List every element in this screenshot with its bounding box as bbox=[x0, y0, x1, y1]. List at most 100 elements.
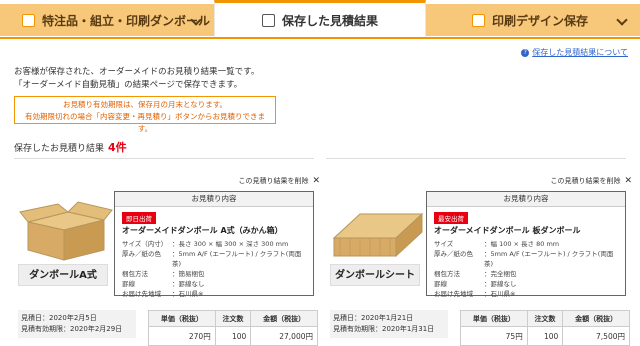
amount: 27,000円 bbox=[250, 326, 318, 346]
spec-row: お届け先地域 ：石川県※ bbox=[122, 289, 310, 299]
spec-key: お届け先地域 bbox=[434, 290, 473, 298]
tab-bar: 特注品・組立・印刷ダンボール 保存した見積結果 印刷デザイン保存 bbox=[0, 0, 640, 38]
quote-details-header: お見積り内容 bbox=[427, 192, 625, 207]
notice-line: お見積り有効期限は、保存月の月末となります。 bbox=[62, 100, 228, 109]
valid-until: 見積有効期限：2020年2月29日 bbox=[21, 325, 123, 333]
spec-key: 罫線 bbox=[122, 280, 135, 288]
col-quantity: 注文数 bbox=[214, 310, 252, 327]
tab-print-design[interactable]: 印刷デザイン保存 bbox=[426, 4, 640, 36]
spec-row: 梱包方法 ：完全梱包 bbox=[434, 269, 622, 279]
product-name: オーダーメイドダンボール A式（みかん箱） bbox=[122, 226, 283, 235]
spec-key: 厚み／紙の色 bbox=[434, 250, 473, 258]
quote-date: 見積日：2020年1月21日 bbox=[333, 314, 414, 322]
saved-count: 保存したお見積り結果 4件 bbox=[14, 139, 127, 155]
spec-value: ：石川県※ bbox=[484, 290, 516, 298]
spec-list: サイズ ：幅 100 × 長さ 80 mm 厚み／紙の色 ：5mm A/F (エーフ… bbox=[434, 239, 622, 299]
price-table: 単価（税抜） 注文数 金額（税抜） 270円 100 27,000円 bbox=[148, 310, 318, 346]
close-icon[interactable]: ✕ bbox=[312, 176, 320, 186]
quote-dates: 見積日：2020年2月5日 見積有効期限：2020年2月29日 bbox=[18, 310, 136, 338]
delete-label[interactable]: この見積り結果を削除 bbox=[238, 177, 308, 185]
spec-value: ：簡易梱包 bbox=[172, 270, 205, 278]
spec-row: 厚み／紙の色 ：5mm A/F (エーフルート) / クラフト(両面茶) bbox=[122, 249, 310, 269]
tab-underline bbox=[0, 37, 640, 39]
document-icon bbox=[261, 14, 275, 27]
quantity: 100 bbox=[214, 326, 252, 346]
spec-value: ：長さ 300 × 幅 300 × 深さ 300 mm bbox=[172, 240, 289, 248]
unit-price: 75円 bbox=[460, 326, 528, 346]
valid-until: 見積有効期限：2020年1月31日 bbox=[333, 325, 435, 333]
spec-value: ：5mm A/F (エーフルート) / クラフト(両面茶) bbox=[172, 250, 302, 268]
col-unit-price: 単価（税抜） bbox=[148, 310, 216, 327]
intro-text: お客様が保存された、オーダーメイドのお見積り結果一覧です。 「オーダーメイド自動… bbox=[14, 66, 259, 92]
spec-row: 厚み／紙の色 ：5mm A/F (エーフルート) / クラフト(両面茶) bbox=[434, 249, 622, 269]
col-amount: 金額（税抜） bbox=[562, 310, 630, 327]
col-unit-price: 単価（税抜） bbox=[460, 310, 528, 327]
help-link[interactable]: ? 保存した見積結果について bbox=[521, 47, 628, 58]
quote-dates: 見積日：2020年1月21日 見積有効期限：2020年1月31日 bbox=[330, 310, 448, 338]
tab-label: 保存した見積結果 bbox=[281, 14, 378, 28]
spec-key: 罫線 bbox=[434, 280, 447, 288]
help-link-text[interactable]: 保存した見積結果について bbox=[532, 48, 628, 57]
price-row: 75円 100 7,500円 bbox=[460, 326, 630, 346]
quote-details: お見積り内容 即日出荷 オーダーメイドダンボール A式（みかん箱） サイズ（内寸… bbox=[114, 191, 314, 299]
image-icon bbox=[472, 13, 485, 27]
divider bbox=[14, 158, 314, 159]
shipping-badge: 即日出荷 bbox=[122, 212, 156, 224]
question-icon: ? bbox=[521, 48, 530, 57]
saved-label: 保存したお見積り結果 bbox=[14, 144, 105, 154]
spec-value: ：罫線なし bbox=[484, 280, 517, 288]
tab-label: 印刷デザイン保存 bbox=[492, 13, 589, 28]
intro-line: 「オーダーメイド自動見積」の結果ページで保存できます。 bbox=[14, 80, 243, 90]
spec-value: ：幅 100 × 長さ 80 mm bbox=[484, 240, 560, 248]
spec-key: 梱包方法 bbox=[434, 270, 460, 278]
notice-line: 有効期限切れの場合「内容変更・再見積り」ボタンからお見積りできます。 bbox=[25, 112, 265, 133]
spec-key: サイズ（内寸） bbox=[122, 240, 168, 248]
tab-label: 特注品・組立・印刷ダンボール bbox=[42, 13, 211, 28]
spec-value: ：石川県※ bbox=[172, 290, 204, 298]
quote-date: 見積日：2020年2月5日 bbox=[21, 314, 97, 322]
product-type-label: ダンボールシート bbox=[330, 264, 420, 286]
spec-value: ：5mm A/F (エーフルート) / クラフト(両面茶) bbox=[484, 250, 614, 268]
product-name: オーダーメイドダンボール 板ダンボール bbox=[434, 226, 581, 235]
price-row: 270円 100 27,000円 bbox=[148, 326, 318, 346]
spec-row: 梱包方法 ：簡易梱包 bbox=[122, 269, 310, 279]
price-table: 単価（税抜） 注文数 金額（税抜） 75円 100 7,500円 bbox=[460, 310, 630, 346]
tab-custom-cardboard[interactable]: 特注品・組立・印刷ダンボール bbox=[0, 4, 214, 36]
spec-row: お届け先地域 ：石川県※ bbox=[434, 289, 622, 299]
quote-details: お見積り内容 最安出荷 オーダーメイドダンボール 板ダンボール サイズ ：幅 10… bbox=[426, 191, 626, 299]
spec-row: サイズ ：幅 100 × 長さ 80 mm bbox=[434, 239, 622, 249]
divider bbox=[326, 158, 626, 159]
box-icon bbox=[22, 13, 35, 27]
spec-key: 梱包方法 bbox=[122, 270, 148, 278]
spec-key: サイズ bbox=[434, 240, 454, 248]
spec-list: サイズ（内寸） ：長さ 300 × 幅 300 × 深さ 300 mm 厚み／紙の… bbox=[122, 239, 310, 299]
price-header-row: 単価（税抜） 注文数 金額（税抜） bbox=[148, 310, 318, 327]
box-a-image bbox=[18, 194, 114, 264]
spec-key: 厚み／紙の色 bbox=[122, 250, 161, 258]
saved-count-value: 4件 bbox=[108, 141, 127, 154]
expiry-notice: お見積り有効期限は、保存月の月末となります。 有効期限切れの場合「内容変更・再見… bbox=[14, 96, 276, 133]
tab-saved-quotes[interactable]: 保存した見積結果 bbox=[214, 0, 426, 38]
delete-label[interactable]: この見積り結果を削除 bbox=[550, 177, 620, 185]
amount: 7,500円 bbox=[562, 326, 630, 346]
spec-value: ：完全梱包 bbox=[484, 270, 517, 278]
shipping-badge: 最安出荷 bbox=[434, 212, 468, 224]
quantity: 100 bbox=[526, 326, 564, 346]
spec-key: お届け先地域 bbox=[122, 290, 161, 298]
spec-row: サイズ（内寸） ：長さ 300 × 幅 300 × 深さ 300 mm bbox=[122, 239, 310, 249]
quote-details-header: お見積り内容 bbox=[115, 192, 313, 207]
col-quantity: 注文数 bbox=[526, 310, 564, 327]
delete-quote-button[interactable]: この見積り結果を削除 ✕ bbox=[550, 176, 632, 186]
intro-line: お客様が保存された、オーダーメイドのお見積り結果一覧です。 bbox=[14, 67, 260, 77]
spec-row: 罫線 ：罫線なし bbox=[122, 279, 310, 289]
unit-price: 270円 bbox=[148, 326, 216, 346]
cardboard-sheet-image bbox=[330, 194, 426, 264]
col-amount: 金額（税抜） bbox=[250, 310, 318, 327]
spec-value: ：罫線なし bbox=[172, 280, 205, 288]
chevron-down-icon[interactable] bbox=[616, 14, 628, 26]
price-header-row: 単価（税抜） 注文数 金額（税抜） bbox=[460, 310, 630, 327]
close-icon[interactable]: ✕ bbox=[624, 176, 632, 186]
spec-row: 罫線 ：罫線なし bbox=[434, 279, 622, 289]
delete-quote-button[interactable]: この見積り結果を削除 ✕ bbox=[238, 176, 320, 186]
product-type-label: ダンボールA式 bbox=[18, 264, 108, 286]
